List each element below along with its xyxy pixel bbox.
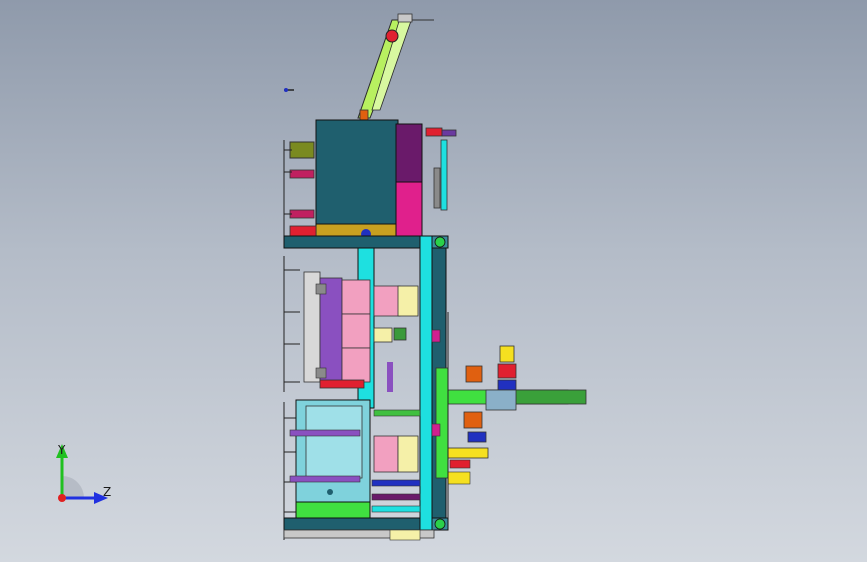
orientation-triad[interactable]: Y Z: [40, 436, 130, 516]
graphics-viewport[interactable]: Y Z: [0, 0, 867, 562]
middle-module: [303, 271, 419, 392]
x-axis-dot: [58, 494, 66, 502]
machine-assembly-model[interactable]: [0, 0, 867, 562]
upper-housing: [289, 119, 423, 239]
right-actuators: [431, 312, 587, 518]
y-axis-label: Y: [57, 443, 66, 457]
upper-right-fixtures: [425, 127, 457, 211]
inclined-arm: [284, 13, 434, 125]
triad-quadrant: [62, 476, 84, 498]
z-axis-label: Z: [103, 485, 111, 499]
